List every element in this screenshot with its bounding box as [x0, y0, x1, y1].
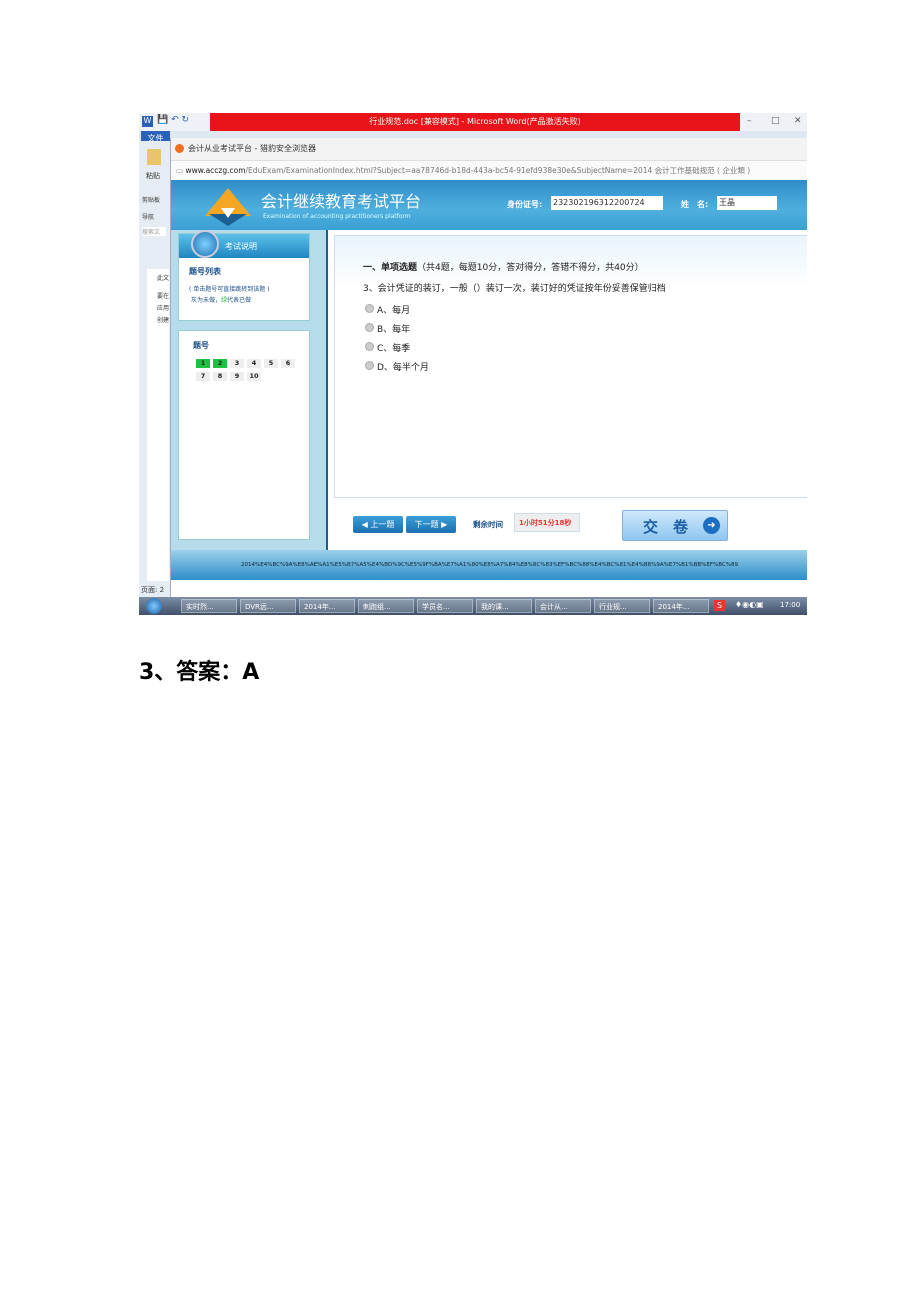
- tray-icons[interactable]: ♦◉◐▣: [735, 600, 764, 609]
- radio-icon[interactable]: [365, 342, 374, 351]
- platform-title: 会计继续教育考试平台: [261, 192, 422, 211]
- prev-button[interactable]: ◀ 上一题: [353, 516, 403, 533]
- url-host: www.acczg.com: [185, 166, 246, 175]
- taskbar-item[interactable]: 实时烈...: [181, 599, 237, 613]
- site-header: 会计继续教育考试平台 Examination of accounting pra…: [171, 180, 807, 230]
- taskbar-item[interactable]: DVR远...: [240, 599, 296, 613]
- option-2[interactable]: C、每季: [365, 341, 410, 354]
- question-number-7[interactable]: 7: [196, 372, 210, 381]
- taskbar-item[interactable]: 我的课...: [476, 599, 532, 613]
- doc-text: 此文 要在 应用 创建: [157, 275, 170, 324]
- next-button[interactable]: 下一题 ▶: [406, 516, 456, 533]
- browser-title: 会计从业考试平台 - 猎豹安全浏览器: [188, 144, 316, 153]
- footer-bar: 2014%E4%BC%9A%E8%AE%A1%E5%B7%A5%E4%BD%9C…: [171, 550, 807, 580]
- question-number-2[interactable]: 2: [213, 359, 227, 368]
- exam-info-tab[interactable]: 考试说明: [179, 230, 309, 258]
- embedded-screenshot: W 💾 ↶ ↻ 行业规范.doc [兼容模式] - Microsoft Word…: [139, 113, 807, 615]
- quick-access-icons[interactable]: 💾 ↶ ↻: [157, 115, 189, 125]
- taskbar-item[interactable]: 行业规...: [594, 599, 650, 613]
- timer: 1小时51分18秒: [514, 513, 580, 532]
- sidebar: 考试说明 题号列表 ( 单击题号可直接跳转到该题 ) 灰为未做，绿代表已做 题号…: [171, 230, 328, 550]
- arrow-right-icon: ➜: [703, 517, 720, 534]
- submit-label: 交 卷: [643, 518, 689, 536]
- numbers-title: 题号: [193, 341, 209, 350]
- question-number-10[interactable]: 10: [247, 372, 261, 381]
- radio-icon[interactable]: [365, 304, 374, 313]
- option-3[interactable]: D、每半个月: [365, 360, 429, 373]
- numbers-card: 题号 1 2 3 4 5 6 7 8 9 10: [178, 330, 310, 540]
- hint-text: ( 单击题号可直接跳转到该题 ): [189, 286, 270, 293]
- page-status: 页面: 2: [141, 586, 165, 594]
- list-title: 题号列表: [189, 267, 221, 276]
- platform-subtitle: Examination of accounting practitioners …: [263, 213, 411, 220]
- taskbar-item[interactable]: 2014年...: [299, 599, 355, 613]
- maximize-icon[interactable]: □: [771, 116, 780, 126]
- minimize-icon[interactable]: –: [747, 116, 752, 126]
- name-label: 姓 名:: [681, 200, 709, 209]
- compass-icon: [191, 230, 219, 258]
- browser-window: 会计从业考试平台 - 猎豹安全浏览器 ▭ www.acczg.com/EduEx…: [170, 138, 807, 598]
- taskbar-item[interactable]: 2014年...: [653, 599, 709, 613]
- clipboard-label: 剪贴板: [142, 197, 161, 204]
- section-heading: 一、单项选题（共4题，每题10分，答对得分，答错不得分，共40分）: [363, 263, 644, 273]
- paste-label: 粘贴: [146, 172, 160, 180]
- id-label: 身份证号:: [507, 200, 543, 209]
- window-title: 行业规范.doc [兼容模式] - Microsoft Word(产品激活失败): [210, 113, 740, 131]
- clock: 17:00: [780, 601, 801, 609]
- start-button[interactable]: [146, 598, 162, 614]
- url-path: /EduExam/ExaminationIndex.html?Subject=a…: [245, 166, 751, 175]
- option-0[interactable]: A、每月: [365, 303, 410, 316]
- legend-text: 灰为未做，绿代表已做: [191, 297, 252, 304]
- browser-logo-icon: [175, 144, 184, 153]
- taskbar-item[interactable]: 学员名...: [417, 599, 473, 613]
- address-bar[interactable]: ▭ www.acczg.com/EduExam/ExaminationIndex…: [171, 160, 807, 182]
- exam-info-label: 考试说明: [225, 242, 257, 251]
- paste-icon[interactable]: [147, 149, 161, 165]
- question-number-1[interactable]: 1: [196, 359, 210, 368]
- ime-icon[interactable]: S: [714, 600, 725, 611]
- question-number-6[interactable]: 6: [281, 359, 295, 368]
- remaining-label: 剩余时间: [473, 520, 503, 529]
- platform-logo-icon: [205, 188, 251, 226]
- question-number-8[interactable]: 8: [213, 372, 227, 381]
- question-number-4[interactable]: 4: [247, 359, 261, 368]
- taskbar: 实时烈... DVR远... 2014年... 刺跑组... 学员名... 我的课... 会…: [139, 597, 807, 615]
- word-sidebar: 粘贴 剪贴板 导航 搜索文 此文 要在 应用 创建 页面: 2: [139, 141, 171, 615]
- question-number-9[interactable]: 9: [230, 372, 244, 381]
- nav-search[interactable]: 搜索文: [142, 227, 166, 236]
- submit-button[interactable]: 交 卷 ➜: [622, 510, 728, 541]
- taskbar-item[interactable]: 会计从...: [535, 599, 591, 613]
- nav-label: 导航: [142, 214, 155, 221]
- question-number-3[interactable]: 3: [230, 359, 244, 368]
- radio-icon[interactable]: [365, 323, 374, 332]
- question-number-5[interactable]: 5: [264, 359, 278, 368]
- answer-text: 3、答案：A: [139, 660, 260, 685]
- browser-titlebar: 会计从业考试平台 - 猎豹安全浏览器: [171, 138, 807, 160]
- id-field[interactable]: 232302196312200724: [551, 196, 663, 210]
- word-icon: W: [142, 116, 153, 127]
- question-panel: 一、单项选题（共4题，每题10分，答对得分，答错不得分，共40分） 3、会计凭证…: [334, 235, 807, 498]
- radio-icon[interactable]: [365, 361, 374, 370]
- close-icon[interactable]: ✕: [794, 116, 802, 126]
- info-card: 考试说明 题号列表 ( 单击题号可直接跳转到该题 ) 灰为未做，绿代表已做: [178, 230, 310, 321]
- option-1[interactable]: B、每年: [365, 322, 410, 335]
- name-field[interactable]: 王晶: [717, 196, 777, 210]
- taskbar-item[interactable]: 刺跑组...: [358, 599, 414, 613]
- question-text: 3、会计凭证的装订，一般（）装订一次，装订好的凭证按年份妥善保管归档: [363, 284, 666, 294]
